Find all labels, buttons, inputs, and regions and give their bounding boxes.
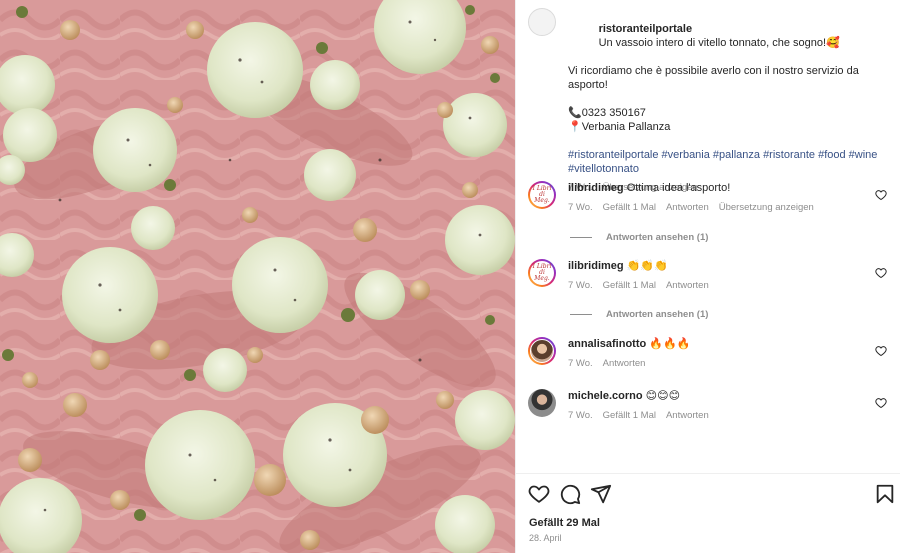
comment-username[interactable]: ilibridimeg — [568, 260, 624, 272]
comment-item: I Libri di Meg. ilibridimeg Ottima idea … — [528, 181, 893, 215]
commenter-avatar[interactable]: I Libri di Meg. — [528, 259, 556, 287]
caption: ristoranteilportale Un vassoio intero di… — [528, 8, 893, 195]
comments-scroll[interactable]: ristoranteilportale Un vassoio intero di… — [516, 0, 900, 473]
comment-like-heart-icon[interactable] — [875, 189, 887, 201]
comment-like-heart-icon[interactable] — [875, 267, 887, 279]
caption-location: 📍Verbania Pallanza — [568, 121, 671, 133]
caption-body: ristoranteilportale Un vassoio intero di… — [568, 8, 893, 195]
comment-likes-link[interactable]: Gefällt 1 Mal — [603, 279, 656, 293]
comment-time: 7 Wo. — [568, 410, 593, 421]
view-replies-button[interactable]: Antworten ansehen (1) — [570, 309, 708, 320]
comment-username[interactable]: michele.corno — [568, 390, 643, 402]
action-bar: Gefällt 29 Mal 28. April — [516, 473, 900, 553]
avatar-logo-text: I Libri di Meg. — [530, 261, 554, 285]
post-panel: ristoranteilportale Un vassoio intero di… — [515, 0, 900, 553]
post-date: 28. April — [529, 533, 562, 543]
comment-username[interactable]: annalisafinotto — [568, 338, 646, 350]
commenter-avatar[interactable] — [528, 389, 556, 417]
owner-avatar[interactable] — [528, 8, 556, 36]
view-replies-label: Antworten ansehen (1) — [606, 232, 709, 243]
likes-count[interactable]: Gefällt 29 Mal — [529, 517, 600, 529]
caption-hashtags[interactable]: #ristoranteilportale #verbania #pallanza… — [568, 148, 893, 176]
comment-like-heart-icon[interactable] — [875, 397, 887, 409]
comment-time: 7 Wo. — [568, 202, 593, 213]
caption-phone: 📞0323 350167 — [568, 107, 646, 119]
post-photo[interactable] — [0, 0, 515, 553]
comment-reply-link[interactable]: Antworten — [666, 409, 709, 423]
comment-item: michele.corno 😊😊😊 7 Wo. Gefällt 1 Mal An… — [528, 389, 893, 423]
replies-divider — [570, 237, 592, 238]
comment-body: ilibridimeg 👏👏👏 7 Wo. Gefällt 1 Mal Antw… — [568, 259, 893, 293]
comment-translate-link[interactable]: Übersetzung anzeigen — [719, 201, 814, 215]
replies-divider — [570, 314, 592, 315]
comment-likes-link[interactable]: Gefällt 1 Mal — [603, 201, 656, 215]
comment-body: michele.corno 😊😊😊 7 Wo. Gefällt 1 Mal An… — [568, 389, 893, 423]
comment-reply-link[interactable]: Antworten — [666, 279, 709, 293]
comment-time: 7 Wo. — [568, 280, 593, 291]
comment-icon[interactable] — [559, 483, 581, 505]
comment-body: annalisafinotto 🔥🔥🔥 7 Wo. Antworten — [568, 337, 893, 371]
comment-body: ilibridimeg Ottima idea l'asporto! 7 Wo.… — [568, 181, 893, 215]
view-replies-label: Antworten ansehen (1) — [606, 309, 709, 320]
view-replies-button[interactable]: Antworten ansehen (1) — [570, 232, 708, 243]
comment-reply-link[interactable]: Antworten — [666, 201, 709, 215]
comment-likes-link[interactable]: Gefällt 1 Mal — [603, 409, 656, 423]
bookmark-icon[interactable] — [874, 483, 896, 505]
commenter-avatar[interactable] — [528, 337, 556, 365]
heart-icon[interactable] — [528, 483, 550, 505]
comment-text: Ottima idea l'asporto! — [626, 182, 731, 194]
comment-like-heart-icon[interactable] — [875, 345, 887, 357]
comment-item: I Libri di Meg. ilibridimeg 👏👏👏 7 Wo. Ge… — [528, 259, 893, 293]
avatar-logo-text: I Libri di Meg. — [530, 183, 554, 207]
comment-item: annalisafinotto 🔥🔥🔥 7 Wo. Antworten — [528, 337, 893, 371]
commenter-avatar[interactable]: I Libri di Meg. — [528, 181, 556, 209]
comment-username[interactable]: ilibridimeg — [568, 182, 624, 194]
caption-line2: Vi ricordiamo che è possibile averlo con… — [568, 65, 862, 91]
comment-reply-link[interactable]: Antworten — [603, 357, 646, 371]
comment-time: 7 Wo. — [568, 358, 593, 369]
comment-text: 😊😊😊 — [645, 389, 681, 402]
caption-username[interactable]: ristoranteilportale — [599, 23, 693, 35]
caption-line1: Un vassoio intero di vitello tonnato, ch… — [598, 37, 840, 49]
vitello-tonnato-image — [0, 0, 515, 553]
comment-text: 🔥🔥🔥 — [649, 337, 691, 350]
share-icon[interactable] — [590, 483, 612, 505]
comment-text: 👏👏👏 — [626, 259, 668, 272]
